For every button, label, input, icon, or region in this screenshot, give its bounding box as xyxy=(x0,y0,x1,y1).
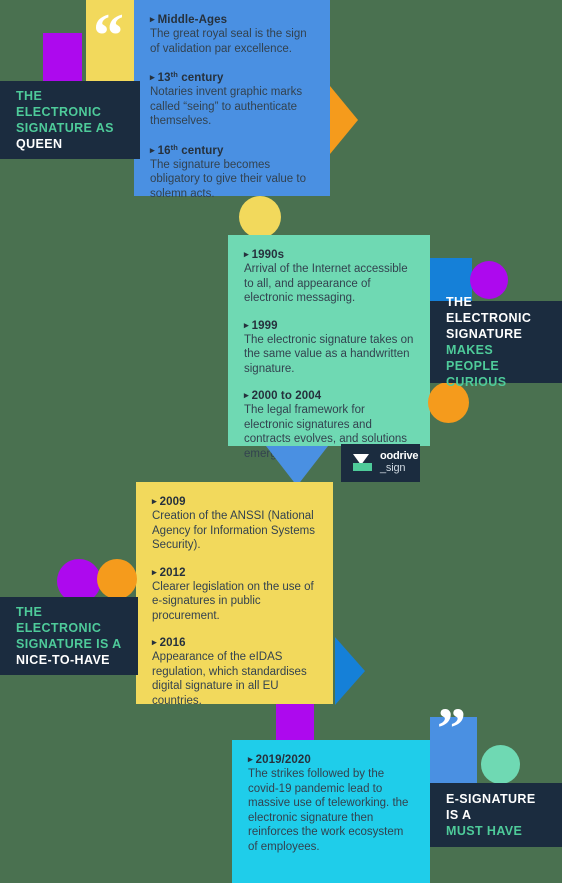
label-line-1: E-SIGNATURE IS A xyxy=(446,792,536,822)
entry-title: ▸ 2009 xyxy=(152,496,317,508)
decor-blue-arrow-down xyxy=(266,446,328,486)
decor-green-circle-bottom xyxy=(481,745,520,784)
entry-title-suffix: century xyxy=(177,72,224,84)
entry-title: ▸ 13th century xyxy=(150,70,314,84)
bullet-arrow-icon: ▸ xyxy=(152,496,157,506)
oodrive-logo-text: oodrive _sign xyxy=(380,451,419,474)
label-line-3: NICE-TO-HAVE xyxy=(16,653,110,667)
entry-title-text: Middle-Ages xyxy=(157,14,228,26)
quote-open-icon-top: “ xyxy=(93,2,124,70)
bullet-arrow-icon: ▸ xyxy=(150,14,155,24)
label-line-1: THE ELECTRONIC xyxy=(446,295,532,325)
entry-title: ▸ 2019/2020 xyxy=(248,754,414,766)
entry-title: ▸ Middle-Ages xyxy=(150,14,314,26)
label-line-1: THE ELECTRONIC xyxy=(16,89,102,119)
oodrive-sign-logo: oodrive _sign xyxy=(341,444,420,482)
bullet-arrow-icon: ▸ xyxy=(150,72,155,82)
label-line-2: SIGNATURE AS xyxy=(16,121,114,135)
timeline-card-nice-to-have: ▸ 2009 Creation of the ANSSI (National Ag… xyxy=(136,482,333,707)
section-label-text: THE ELECTRONIC SIGNATURE AS QUEEN xyxy=(0,88,140,152)
entry-title: ▸ 16th century xyxy=(150,143,314,157)
timeline-card-must-have: ▸ 2019/2020 The strikes followed by the c… xyxy=(232,740,430,883)
entry-body: Appearance of the eIDAS regulation, whic… xyxy=(152,651,307,707)
entry-title-text: 1990s xyxy=(251,249,285,261)
label-line-1: THE ELECTRONIC xyxy=(16,605,102,635)
label-line-2: SIGNATURE xyxy=(446,327,523,341)
entry-title-text: 2000 to 2004 xyxy=(251,390,322,402)
section-label-text: THE ELECTRONIC SIGNATURE MAKES PEOPLE CU… xyxy=(430,294,562,390)
entry-body: Clearer legislation on the use of e-sign… xyxy=(152,580,314,622)
entry-title-sup: th xyxy=(170,70,178,79)
timeline-entry: ▸ 1990s Arrival of the Internet accessibl… xyxy=(244,249,414,306)
timeline-entry: ▸ 13th century Notaries invent graphic ma… xyxy=(150,70,314,129)
entry-title: ▸ 2000 to 2004 xyxy=(244,390,414,402)
timeline-entry: ▸ 2009 Creation of the ANSSI (National Ag… xyxy=(152,496,317,553)
entry-body: The strikes followed by the covid-19 pan… xyxy=(248,768,409,853)
section-label-text: E-SIGNATURE IS A MUST HAVE xyxy=(430,791,562,839)
bullet-arrow-icon: ▸ xyxy=(248,754,253,764)
entry-title-text: 2012 xyxy=(159,566,186,579)
entry-title: ▸ 1990s xyxy=(244,249,414,261)
section-label-curious: THE ELECTRONIC SIGNATURE MAKES PEOPLE CU… xyxy=(430,295,562,389)
bullet-arrow-icon: ▸ xyxy=(152,637,157,647)
entry-body: Notaries invent graphic marks called “se… xyxy=(150,86,303,127)
label-line-3: QUEEN xyxy=(16,137,63,151)
entry-title: ▸ 2016 xyxy=(152,637,317,649)
quote-close-icon-bottom: ” xyxy=(437,696,466,761)
label-line-2: SIGNATURE IS A xyxy=(16,637,122,651)
label-line-3: MAKES PEOPLE xyxy=(446,343,500,373)
entry-title: ▸ 1999 xyxy=(244,320,414,332)
timeline-card-queen: ▸ Middle-Ages The great royal seal is the… xyxy=(134,0,330,200)
bullet-arrow-icon: ▸ xyxy=(244,249,249,259)
section-label-queen: THE ELECTRONIC SIGNATURE AS QUEEN xyxy=(0,81,140,159)
decor-blue-arrow-right xyxy=(335,637,365,705)
label-line-2: MUST HAVE xyxy=(446,824,523,838)
label-line-4: CURIOUS xyxy=(446,375,507,389)
timeline-card-curious: ▸ 1990s Arrival of the Internet accessibl… xyxy=(228,235,430,460)
entry-title-text: 2009 xyxy=(159,496,186,508)
decor-purple-square-top xyxy=(43,33,82,82)
entry-title-text: 16 xyxy=(157,144,171,157)
logo-name-bottom: _sign xyxy=(380,462,406,474)
entry-body: The electronic signature takes on the sa… xyxy=(244,333,414,375)
entry-title-text: 2019/2020 xyxy=(255,754,311,766)
entry-title-text: 13 xyxy=(157,72,171,84)
decor-orange-arrow-right xyxy=(330,86,358,154)
entry-title: ▸ 2012 xyxy=(152,567,317,579)
entry-title-text: 1999 xyxy=(251,319,278,332)
section-label-nice-to-have: THE ELECTRONIC SIGNATURE IS A NICE-TO-HA… xyxy=(0,597,138,675)
entry-body: Creation of the ANSSI (National Agency f… xyxy=(152,510,315,551)
oodrive-logo-mark-icon xyxy=(351,452,373,474)
timeline-entry: ▸ 2012 Clearer legislation on the use of … xyxy=(152,567,317,624)
logo-bar-shape xyxy=(353,463,372,471)
timeline-entry: ▸ 2019/2020 The strikes followed by the c… xyxy=(248,754,414,854)
bullet-arrow-icon: ▸ xyxy=(152,566,157,577)
section-label-text: THE ELECTRONIC SIGNATURE IS A NICE-TO-HA… xyxy=(0,604,138,668)
timeline-entry: ▸ 2016 Appearance of the eIDAS regulation… xyxy=(152,637,317,708)
infographic-canvas: “ ▸ Middle-Ages The great royal seal is t… xyxy=(0,0,562,883)
decor-orange-circle-nice xyxy=(97,559,137,599)
entry-body: The great royal seal is the sign of vali… xyxy=(150,28,307,55)
timeline-entry: ▸ 1999 The electronic signature takes on … xyxy=(244,320,414,377)
entry-title-sup: th xyxy=(170,142,178,152)
timeline-entry: ▸ 16th century The signature becomes obli… xyxy=(150,143,314,202)
decor-yellow-circle xyxy=(239,196,281,238)
bullet-arrow-icon: ▸ xyxy=(150,144,155,155)
bullet-arrow-icon: ▸ xyxy=(244,390,249,400)
entry-title-suffix: century xyxy=(177,144,224,157)
entry-title-text: 2016 xyxy=(159,637,186,649)
section-label-must-have: E-SIGNATURE IS A MUST HAVE xyxy=(430,783,562,847)
entry-body: Arrival of the Internet accessible to al… xyxy=(244,263,408,304)
timeline-entry: ▸ Middle-Ages The great royal seal is the… xyxy=(150,14,314,56)
bullet-arrow-icon: ▸ xyxy=(244,319,249,330)
entry-body: The signature becomes obligatory to give… xyxy=(150,158,306,200)
